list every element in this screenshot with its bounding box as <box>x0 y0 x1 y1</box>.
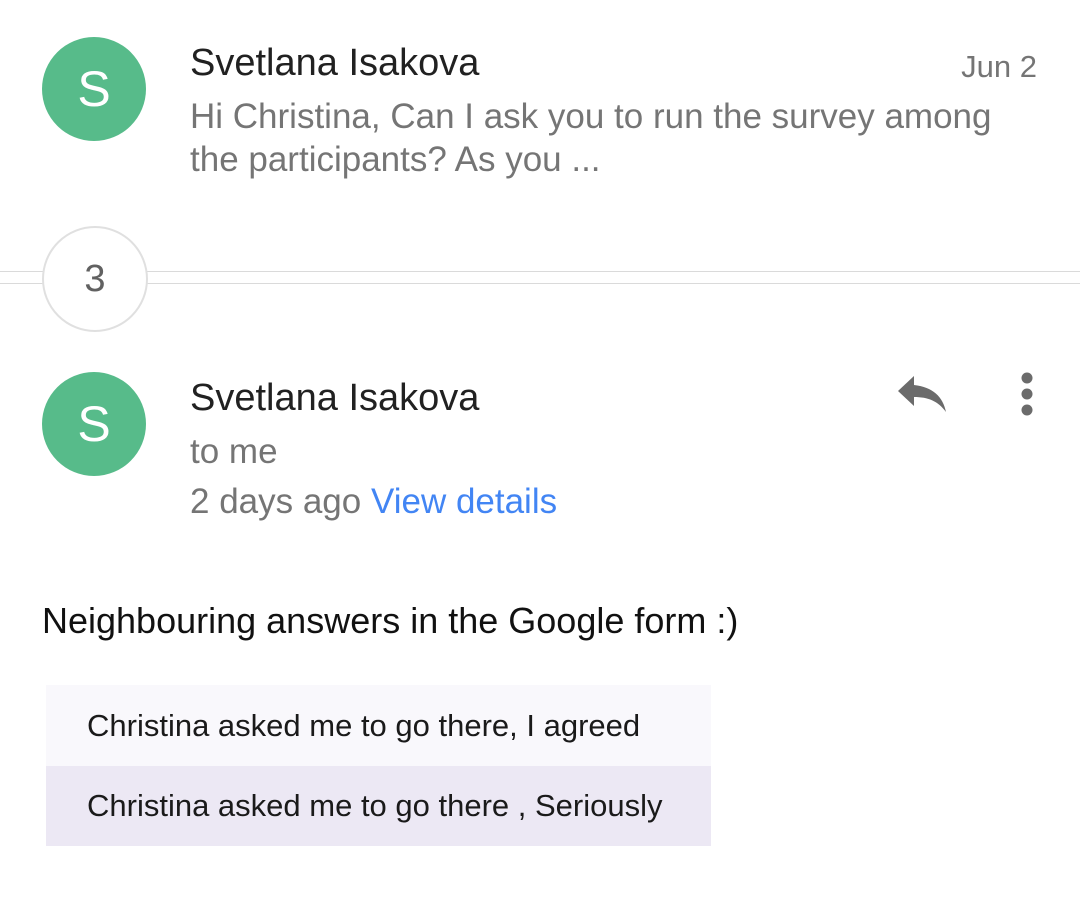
message-body: Neighbouring answers in the Google form … <box>42 600 739 641</box>
sender-name: Svetlana Isakova <box>190 377 480 419</box>
form-answers-image: Christina asked me to go there, I agreed… <box>46 685 711 846</box>
reply-button[interactable] <box>894 372 950 418</box>
message-snippet: Hi Christina, Can I ask you to run the s… <box>190 97 992 179</box>
thread-divider-bottom <box>0 283 1080 284</box>
sender-name: Svetlana Isakova <box>190 42 480 84</box>
recipient-line: to me <box>190 432 278 471</box>
message-date: Jun 2 <box>961 49 1037 84</box>
sender-avatar[interactable]: S <box>42 372 146 476</box>
time-line: 2 days ago View details <box>190 482 557 522</box>
form-answer-row: Christina asked me to go there, I agreed <box>46 685 711 766</box>
form-answer-row: Christina asked me to go there , Serious… <box>46 766 711 846</box>
sender-avatar[interactable]: S <box>42 37 146 141</box>
message-time: 2 days ago <box>190 482 362 521</box>
view-details-link[interactable]: View details <box>371 482 557 521</box>
more-vert-icon <box>1021 372 1033 416</box>
reply-icon <box>898 376 946 412</box>
collapsed-messages-count[interactable]: 3 <box>42 226 148 332</box>
thread-divider-top <box>0 271 1080 272</box>
more-options-button[interactable] <box>1012 370 1042 418</box>
